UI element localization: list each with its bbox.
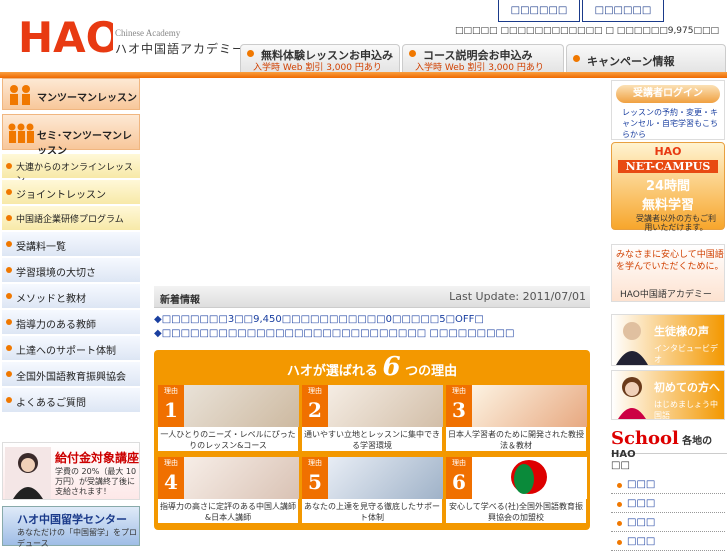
news-header: 新着情報 Last Update: 2011/07/01 xyxy=(154,286,590,308)
sidebar-item-joint[interactable]: ジョイントレッスン xyxy=(2,180,140,204)
login-desc: レッスンの予約・変更・キャンセル・自宅学習もこちらから xyxy=(622,108,718,139)
first-time-banner[interactable]: 初めての方へ はじめましょう中国語 xyxy=(611,370,725,420)
reason-card-2[interactable]: 理由 2 通いやすい立地とレッスンに集中できる学習環境 xyxy=(301,384,443,452)
association-logo xyxy=(472,457,587,499)
logo-en: Chinese Academy xyxy=(115,28,181,38)
bullet-icon xyxy=(6,163,12,169)
reason-card-6[interactable]: 理由 6 安心して学べる(社)全国外国語教育振興協会の加盟校 xyxy=(445,456,587,524)
nav-campaign[interactable]: キャンペーン情報 xyxy=(566,44,726,72)
bullet-icon xyxy=(409,50,416,57)
nav-course-info[interactable]: コース説明会お申込み 入学時 Web 割引 3,000 円あり xyxy=(402,44,564,73)
woman-photo xyxy=(5,447,51,499)
sidebar-item-semi-mantoman[interactable]: セミ･マンツーマンレッスン xyxy=(2,114,140,157)
school-link[interactable]: □□□ xyxy=(611,535,725,551)
reasons-panel: ハオが選ばれる 6 つの理由 理由 1 一人ひとりのニーズ・レベルにぴったりのレッ… xyxy=(154,350,590,530)
sidebar-item-teachers[interactable]: 指導力のある教師 xyxy=(2,310,140,334)
banner-study-abroad[interactable]: ハオ中国留学センター あなただけの「中国留学」をプロデュース xyxy=(2,506,140,548)
bullet-icon xyxy=(6,189,12,195)
bullet-icon xyxy=(6,241,12,247)
sidebar-item-faq[interactable]: よくあるご質問 xyxy=(2,388,140,412)
bullet-icon xyxy=(617,483,622,488)
school-region-label: □□ xyxy=(611,460,630,471)
bullet-icon xyxy=(6,397,12,403)
school-heading: School 各地のHAO xyxy=(611,428,727,460)
nav-free-trial[interactable]: 無料体験レッスンお申込み 入学時 Web 割引 3,000 円あり xyxy=(240,44,400,73)
top-tab-2[interactable]: □□□□□□ xyxy=(582,0,664,22)
person-icon xyxy=(10,85,30,105)
bullet-icon xyxy=(6,293,12,299)
right-sidebar: 受講者ログイン レッスンの予約・変更・キャンセル・自宅学習もこちらから HAO … xyxy=(607,78,727,551)
bullet-icon xyxy=(6,215,12,221)
login-box[interactable]: 受講者ログイン レッスンの予約・変更・キャンセル・自宅学習もこちらから xyxy=(611,80,725,140)
reason-card-1[interactable]: 理由 1 一人ひとりのニーズ・レベルにぴったりのレッスン&コース xyxy=(157,384,299,452)
sidebar-item-fees[interactable]: 受講料一覧 xyxy=(2,232,140,256)
school-link[interactable]: □□□ xyxy=(611,516,725,532)
top-info: □□□□□ □□□□□□□□□□□□ □ □□□□□□9,975□□□ xyxy=(455,26,719,36)
sidebar-item-support[interactable]: 上達へのサポート体制 xyxy=(2,336,140,360)
school-link[interactable]: □□□ xyxy=(611,478,725,494)
room-photo xyxy=(328,385,443,427)
news-title: 新着情報 xyxy=(160,295,200,306)
voice-banner[interactable]: 生徒様の声 インタビュービデオ xyxy=(611,314,725,366)
sidebar-item-association[interactable]: 全国外国語教育振興協会 xyxy=(2,362,140,386)
teacher-photo xyxy=(184,457,299,499)
classroom-photo xyxy=(184,385,299,427)
reasons-heading: ハオが選ばれる 6 つの理由 xyxy=(286,352,458,382)
school-link[interactable]: □□□ xyxy=(611,497,725,513)
news-date: Last Update: 2011/07/01 xyxy=(449,290,586,303)
bullet-icon xyxy=(6,319,12,325)
bullet-icon xyxy=(617,502,622,507)
man-photo xyxy=(616,322,648,365)
sidebar-item-corporate[interactable]: 中国語企業研修プログラム xyxy=(2,206,140,230)
bullet-icon xyxy=(617,521,622,526)
news-item[interactable]: ◆□□□□□□□□□□□□□□□□□□□□□□□□□□□□ □□□□□□□□□ xyxy=(154,328,514,339)
top-tab-1[interactable]: □□□□□□ xyxy=(498,0,580,22)
bullet-icon xyxy=(573,55,580,62)
support-photo xyxy=(328,457,443,499)
hao-logo[interactable]: HAO xyxy=(18,12,113,58)
bullet-icon xyxy=(617,540,622,545)
group-icon xyxy=(8,123,34,143)
bullet-icon xyxy=(247,50,254,57)
textbook-photo xyxy=(472,385,587,427)
logo-ja: ハオ中国語アカデミー xyxy=(115,42,246,56)
reason-card-5[interactable]: 理由 5 あなたの上達を見守る徹底したサポート体制 xyxy=(301,456,443,524)
sidebar-item-environment[interactable]: 学習環境の大切さ xyxy=(2,258,140,282)
main-content: 新着情報 Last Update: 2011/07/01 ◆□□□□□□□3□□… xyxy=(142,78,607,545)
bullet-icon xyxy=(6,371,12,377)
site-header: HAO Chinese Academy ハオ中国語アカデミー □□□□□□ □□… xyxy=(0,0,727,76)
bullet-icon xyxy=(6,267,12,273)
net-campus-banner[interactable]: HAO NET-CAMPUS 24時間 無料学習 受講者以外の方もご利用いただけ… xyxy=(611,142,725,232)
login-button[interactable]: 受講者ログイン xyxy=(616,85,720,103)
svg-text:HAO: HAO xyxy=(18,13,113,58)
sidebar-item-online[interactable]: 大連からのオンラインレッスン xyxy=(2,154,140,186)
sidebar-item-method[interactable]: メソッドと教材 xyxy=(2,284,140,308)
promo-banner[interactable]: みなさまに安心して中国語を学んでいただくために。 HAO中国語アカデミー xyxy=(611,244,725,302)
news-item[interactable]: ◆□□□□□□□3□□9,450□□□□□□□□□□□0□□□□□5□OFF□ xyxy=(154,314,484,325)
woman-photo xyxy=(618,377,646,419)
sidebar-item-mantoman[interactable]: マンツーマンレッスン xyxy=(2,78,140,110)
banner-subsidy[interactable]: 給付金対象講座 学費の 20%（最大 10万円）が受講終了後に支給されます！ xyxy=(2,442,140,500)
left-sidebar: マンツーマンレッスン セミ･マンツーマンレッスン 大連からのオンラインレッスン … xyxy=(0,78,142,548)
reason-card-4[interactable]: 理由 4 指導力の高さに定評のある中国人講師&日本人講師 xyxy=(157,456,299,524)
reason-card-3[interactable]: 理由 3 日本人学習者のために開発された教授法＆教材 xyxy=(445,384,587,452)
bullet-icon xyxy=(6,345,12,351)
